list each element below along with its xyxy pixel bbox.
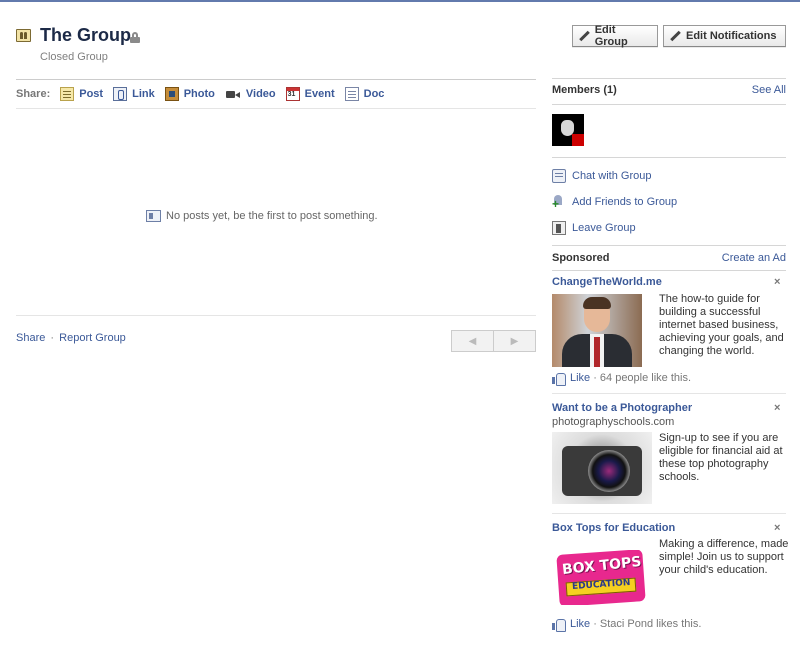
- video-icon: [225, 87, 241, 101]
- group-footer-links: Share · Report Group: [16, 332, 126, 344]
- share-link-button[interactable]: Link: [113, 87, 155, 101]
- thumbs-up-icon: [552, 618, 566, 632]
- post-icon: [60, 87, 75, 101]
- like-link[interactable]: Like: [570, 618, 590, 630]
- divider: [552, 245, 786, 246]
- share-video-label: Video: [245, 88, 276, 100]
- member-avatar[interactable]: [552, 114, 584, 146]
- thumbs-up-icon: [552, 372, 566, 386]
- ad-body[interactable]: Making a difference, made simple! Join u…: [659, 538, 789, 577]
- sponsored-header: Sponsored Create an Ad: [552, 252, 786, 264]
- ad-body[interactable]: Sign-up to see if you are eligible for f…: [659, 432, 789, 484]
- lock-icon: [130, 32, 140, 43]
- group-privacy-label: Closed Group: [40, 51, 108, 63]
- ad-image[interactable]: [552, 432, 652, 504]
- edit-group-label: Edit Group: [594, 24, 628, 48]
- divider: [552, 78, 786, 79]
- share-video-button[interactable]: Video: [225, 87, 276, 101]
- add-friend-icon: [552, 195, 566, 210]
- edit-group-button[interactable]: Edit Group: [572, 24, 658, 48]
- event-icon: [285, 87, 300, 101]
- close-icon[interactable]: ×: [774, 276, 780, 288]
- edit-notifications-label: Edit Notifications: [686, 30, 777, 42]
- members-header: Members (1) See All: [552, 84, 786, 96]
- link-icon: [113, 87, 128, 101]
- see-all-link[interactable]: See All: [752, 84, 786, 96]
- ad-like-row: Like · 64 people like this.: [552, 372, 692, 386]
- add-friends-link[interactable]: Add Friends to Group: [552, 194, 786, 210]
- divider: [552, 270, 786, 271]
- share-photo-label: Photo: [183, 88, 215, 100]
- divider: [552, 393, 786, 394]
- ad-title[interactable]: Box Tops for Education: [552, 522, 675, 534]
- share-post-button[interactable]: Post: [60, 87, 103, 101]
- pencil-icon: [670, 31, 681, 42]
- chat-icon: [552, 169, 566, 183]
- next-page-button[interactable]: ▶: [494, 331, 535, 351]
- feed-icon: [146, 210, 161, 222]
- report-group-link[interactable]: Report Group: [59, 332, 126, 344]
- separator: ·: [50, 332, 55, 344]
- divider: [552, 157, 786, 158]
- ad-image[interactable]: [552, 294, 642, 367]
- ad-domain: photographyschools.com: [552, 416, 675, 428]
- share-photo-button[interactable]: Photo: [164, 87, 215, 101]
- leave-icon: [552, 221, 566, 235]
- group-icon: [16, 29, 31, 42]
- chat-with-group-label: Chat with Group: [572, 170, 652, 182]
- close-icon[interactable]: ×: [774, 522, 780, 534]
- add-friends-label: Add Friends to Group: [572, 196, 678, 208]
- divider: [552, 513, 786, 514]
- leave-group-link[interactable]: Leave Group: [552, 220, 786, 236]
- leave-group-label: Leave Group: [572, 222, 636, 234]
- share-event-label: Event: [304, 88, 335, 100]
- chat-with-group-link[interactable]: Chat with Group: [552, 168, 786, 184]
- share-label: Share:: [16, 88, 51, 100]
- share-doc-label: Doc: [363, 88, 385, 100]
- share-event-button[interactable]: Event: [285, 87, 335, 101]
- doc-icon: [344, 87, 359, 101]
- share-doc-button[interactable]: Doc: [344, 87, 385, 101]
- photo-icon: [164, 87, 179, 101]
- share-group-link[interactable]: Share: [16, 332, 45, 344]
- like-count: · 64 people like this.: [593, 372, 692, 384]
- ad-like-row: Like · Staci Pond likes this.: [552, 618, 702, 632]
- share-link-label: Link: [132, 88, 155, 100]
- box-tops-logo[interactable]: BOX TOPS EDUCATION: [552, 550, 648, 605]
- like-link[interactable]: Like: [570, 372, 590, 384]
- divider: [16, 315, 536, 316]
- like-count: · Staci Pond likes this.: [593, 618, 702, 630]
- empty-feed-text: No posts yet, be the first to post somet…: [166, 210, 378, 222]
- edit-notifications-button[interactable]: Edit Notifications: [663, 25, 786, 47]
- ad-body[interactable]: The how-to guide for building a successf…: [659, 293, 789, 358]
- close-icon[interactable]: ×: [774, 402, 780, 414]
- divider: [552, 104, 786, 105]
- pencil-icon: [579, 31, 590, 42]
- create-ad-link[interactable]: Create an Ad: [722, 252, 786, 264]
- page-title: The Group: [40, 25, 131, 45]
- share-bar: Share: Post Link Photo Video Event Doc: [16, 79, 536, 109]
- arrow-right-icon: ▶: [510, 335, 519, 347]
- arrow-left-icon: ◀: [468, 335, 477, 347]
- members-title: Members (1): [552, 84, 617, 96]
- ad-title[interactable]: Want to be a Photographer: [552, 402, 692, 414]
- previous-page-button[interactable]: ◀: [452, 331, 494, 351]
- empty-feed-message: No posts yet, be the first to post somet…: [146, 210, 378, 222]
- pager: ◀ ▶: [451, 330, 536, 352]
- sponsored-title: Sponsored: [552, 252, 610, 264]
- ad-title[interactable]: ChangeTheWorld.me: [552, 276, 662, 288]
- share-post-label: Post: [79, 88, 104, 100]
